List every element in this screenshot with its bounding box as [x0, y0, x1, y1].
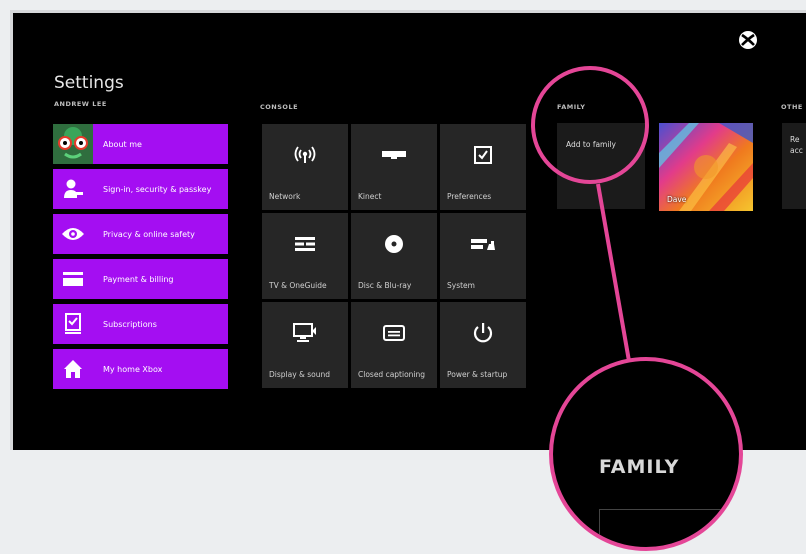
zoom-callout-tile-edge — [599, 509, 739, 547]
zoom-callout-text: FAMILY — [599, 456, 680, 478]
zoom-callout-circle: FAMILY — [549, 357, 743, 551]
